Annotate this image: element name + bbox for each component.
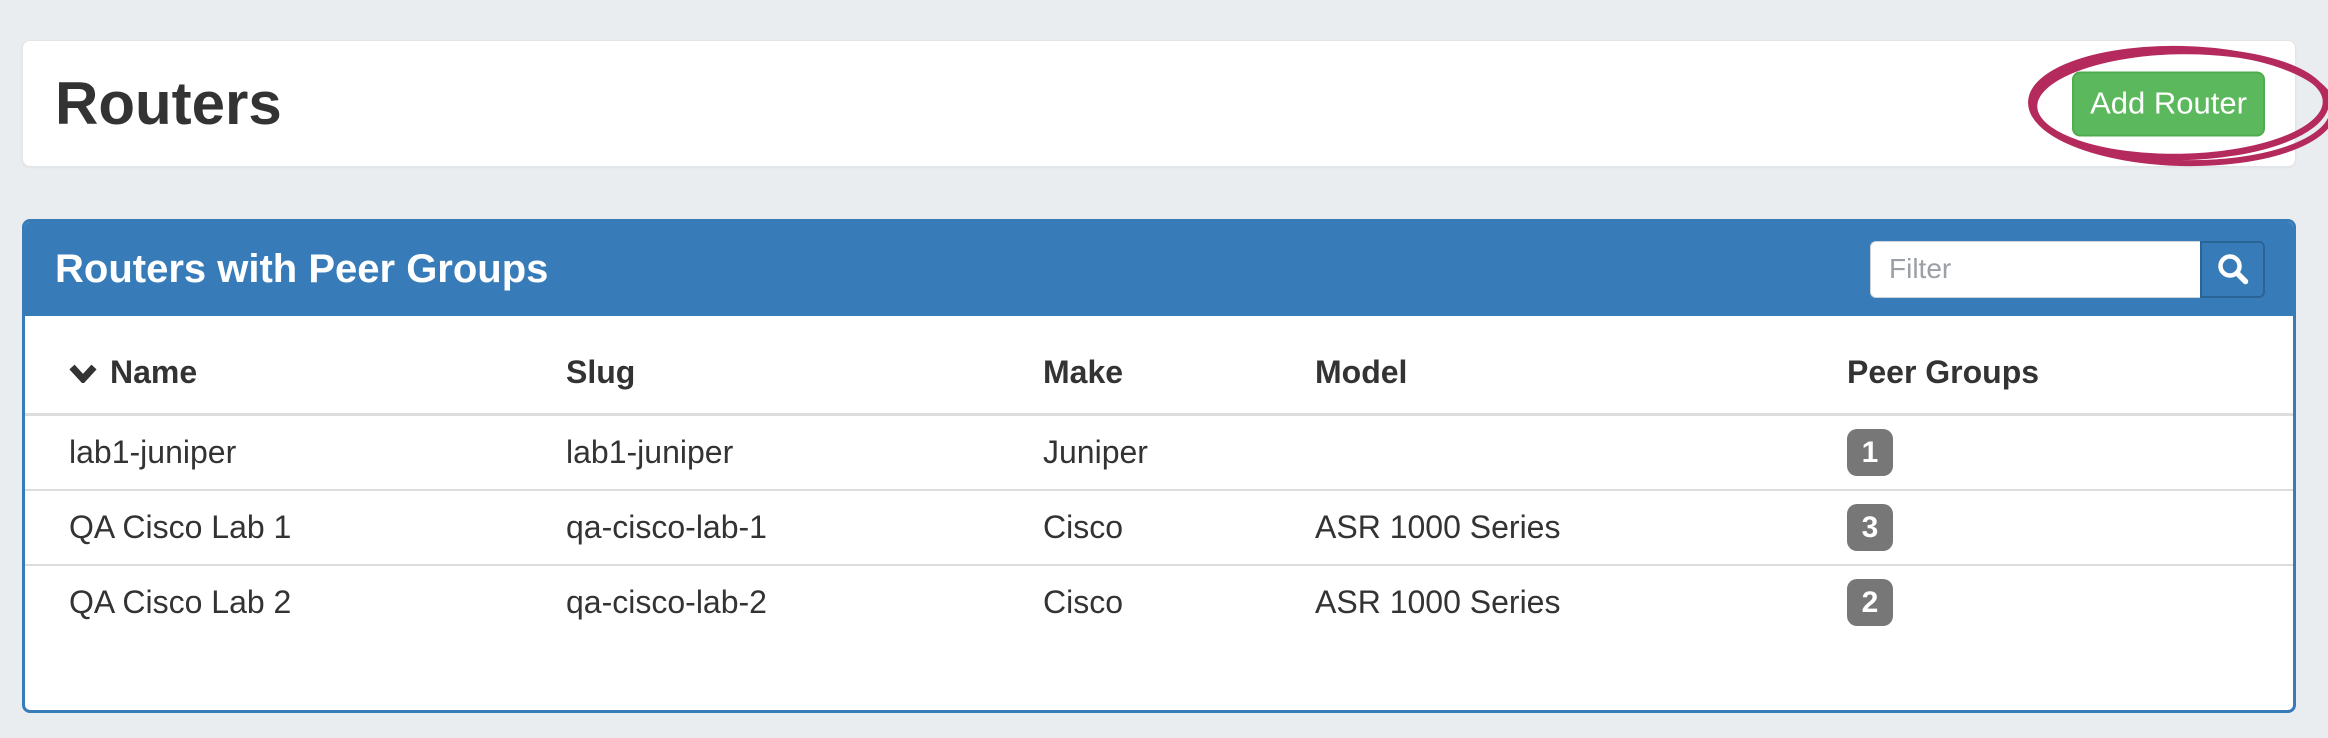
table-header-row: Name Slug Make Model Peer Groups (25, 316, 2293, 415)
model-cell: ASR 1000 Series (1271, 565, 1803, 639)
column-header-peer-groups[interactable]: Peer Groups (1803, 316, 2293, 415)
slug-cell: qa-cisco-lab-1 (522, 490, 999, 565)
table-row: lab1-juniper lab1-juniper Juniper 1 (25, 415, 2293, 491)
magnifier-icon (2216, 252, 2250, 286)
chevron-down-icon (69, 354, 97, 391)
column-header-make[interactable]: Make (999, 316, 1271, 415)
make-cell: Cisco (999, 565, 1271, 639)
make-cell: Juniper (999, 415, 1271, 491)
slug-cell: lab1-juniper (522, 415, 999, 491)
name-cell: lab1-juniper (25, 415, 522, 491)
table-row: QA Cisco Lab 1 qa-cisco-lab-1 Cisco ASR … (25, 490, 2293, 565)
name-cell: QA Cisco Lab 1 (25, 490, 522, 565)
panel-title: Routers with Peer Groups (55, 247, 548, 292)
model-cell: ASR 1000 Series (1271, 490, 1803, 565)
peer-groups-cell: 3 (1803, 490, 2293, 565)
search-button[interactable] (2200, 241, 2265, 298)
filter-input[interactable] (1870, 241, 2200, 298)
peer-groups-badge: 1 (1847, 429, 1893, 476)
panel-heading: Routers with Peer Groups (25, 222, 2293, 316)
add-router-button[interactable]: Add Router (2072, 71, 2265, 136)
column-header-name[interactable]: Name (25, 316, 522, 415)
page-title: Routers (55, 69, 282, 138)
make-cell: Cisco (999, 490, 1271, 565)
peer-groups-badge: 3 (1847, 504, 1893, 551)
slug-cell: qa-cisco-lab-2 (522, 565, 999, 639)
routers-table: Name Slug Make Model Peer Groups lab1-ju… (25, 316, 2293, 639)
peer-groups-cell: 1 (1803, 415, 2293, 491)
page: { "page": { "title": "Routers", "add_but… (0, 0, 2328, 738)
peer-groups-cell: 2 (1803, 565, 2293, 639)
table-body: lab1-juniper lab1-juniper Juniper 1 QA C… (25, 415, 2293, 640)
filter-group (1870, 241, 2265, 298)
routers-panel: Routers with Peer Groups (22, 219, 2296, 713)
name-cell: QA Cisco Lab 2 (25, 565, 522, 639)
page-header-panel: Routers Add Router (22, 40, 2296, 167)
table-row: QA Cisco Lab 2 qa-cisco-lab-2 Cisco ASR … (25, 565, 2293, 639)
column-header-model[interactable]: Model (1271, 316, 1803, 415)
peer-groups-badge: 2 (1847, 579, 1893, 626)
column-header-slug[interactable]: Slug (522, 316, 999, 415)
model-cell (1271, 415, 1803, 491)
